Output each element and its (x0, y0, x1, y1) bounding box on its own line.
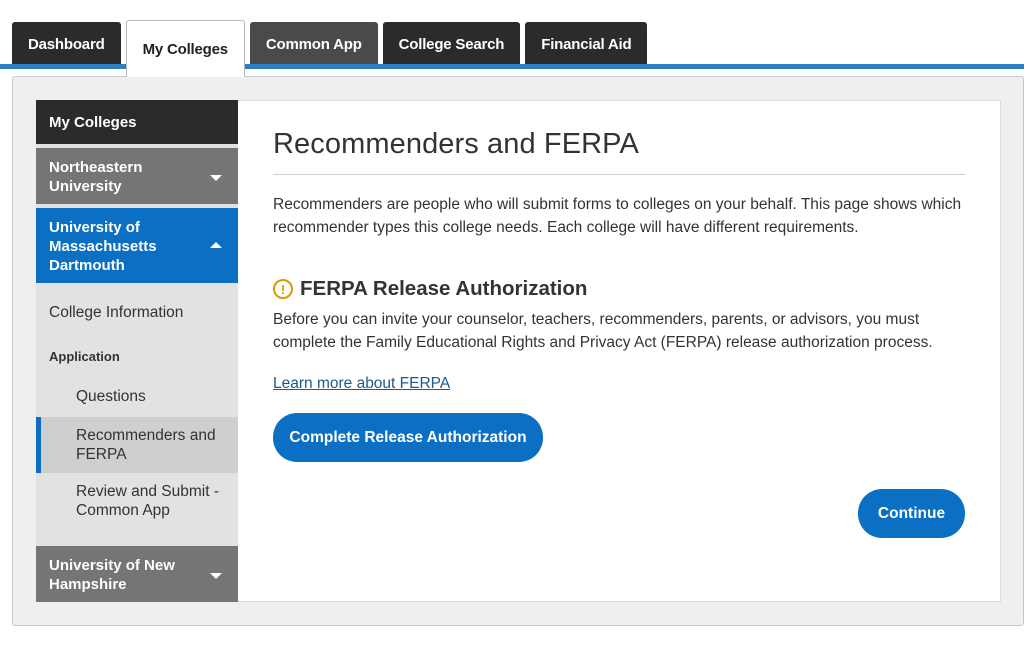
intro-text: Recommenders are people who will submit … (273, 196, 962, 236)
continue-button[interactable]: Continue (858, 489, 965, 538)
main-tabs: Dashboard My Colleges Common App College… (12, 20, 648, 77)
sidebar-college-umass-dartmouth[interactable]: University of Massachusetts Dartmouth (36, 208, 238, 283)
title-divider (273, 174, 965, 175)
sidebar-item-recommenders-ferpa[interactable]: Recommenders and FERPA (36, 417, 256, 473)
complete-release-authorization-button[interactable]: Complete Release Authorization (273, 413, 543, 462)
college-name: University of Massachusetts Dartmouth (49, 219, 157, 274)
tab-financial-aid[interactable]: Financial Aid (525, 22, 648, 66)
ferpa-heading: ! FERPA Release Authorization (273, 277, 587, 301)
chevron-down-icon (210, 175, 222, 181)
sidebar: My Colleges Northeastern University Univ… (36, 100, 256, 602)
learn-more-ferpa-link[interactable]: Learn more about FERPA (273, 375, 450, 393)
tab-dashboard[interactable]: Dashboard (12, 22, 121, 66)
ferpa-title: FERPA Release Authorization (300, 277, 588, 300)
tab-common-app[interactable]: Common App (249, 22, 378, 66)
ferpa-description: Before you can invite your counselor, te… (273, 311, 933, 351)
tab-college-search[interactable]: College Search (382, 22, 521, 66)
sidebar-item-review-submit[interactable]: Review and Submit - Common App (36, 482, 238, 520)
sidebar-college-northeastern[interactable]: Northeastern University (36, 148, 238, 204)
warning-icon: ! (273, 279, 293, 299)
college-name: University of New Hampshire (49, 557, 175, 593)
college-name: Northeastern University (49, 159, 143, 195)
sidebar-item-label: Review and Submit - Common App (76, 483, 220, 519)
page-title: Recommenders and FERPA (273, 128, 639, 160)
sidebar-item-college-information[interactable]: College Information (36, 303, 238, 322)
chevron-up-icon (210, 241, 222, 248)
chevron-down-icon (210, 573, 222, 579)
content-area: Recommenders and FERPA Recommenders are … (238, 100, 1001, 602)
sidebar-item-questions[interactable]: Questions (36, 387, 238, 406)
sidebar-header: My Colleges (36, 100, 238, 144)
sidebar-item-label: Recommenders and FERPA (76, 427, 216, 463)
sidebar-section-application: Application (49, 349, 120, 364)
tab-my-colleges[interactable]: My Colleges (125, 20, 245, 77)
sidebar-college-unh[interactable]: University of New Hampshire (36, 546, 238, 602)
